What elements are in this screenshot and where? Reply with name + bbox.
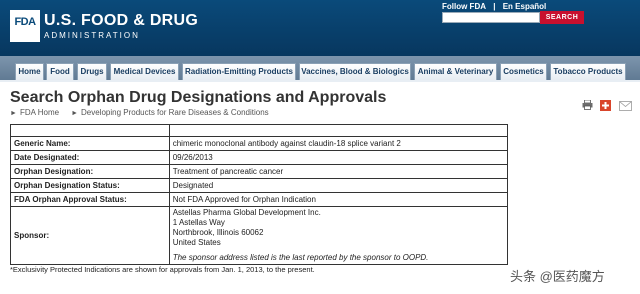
date-designated-label: Date Designated: (10, 150, 170, 165)
print-icon[interactable] (582, 100, 593, 110)
sponsor-line: United States (172, 238, 221, 247)
nav-tab-home[interactable]: Home (15, 63, 44, 80)
fda-logo-mark[interactable]: FDA (10, 10, 40, 42)
agency-subtitle: ADMINISTRATION (44, 31, 140, 40)
sponsor-value: Astellas Pharma Global Development Inc. … (168, 206, 509, 265)
nav-tab-food[interactable]: Food (46, 63, 74, 80)
breadcrumb: ► FDA Home ► Developing Products for Rare D… (10, 108, 269, 117)
orphan-status-value: Designated (168, 178, 509, 193)
sponsor-line: Astellas Pharma Global Development Inc. (172, 208, 321, 217)
source-watermark: 头条 @医药魔方 (510, 269, 605, 284)
nav-tab-cosmetics[interactable]: Cosmetics (500, 63, 547, 80)
exclusivity-footnote: *Exclusivity Protected Indications are s… (10, 265, 315, 274)
table-row: Orphan Designation: Treatment of pancrea… (10, 164, 509, 179)
site-header: FDA U.S. FOOD & DRUG ADMINISTRATION Foll… (0, 0, 640, 56)
table-row: Date Designated: 09/26/2013 (10, 150, 509, 165)
sponsor-label: Sponsor: (10, 206, 170, 265)
table-cell (10, 124, 170, 137)
nav-tab-vaccines-blood-biologics[interactable]: Vaccines, Blood & Biologics (299, 63, 411, 80)
nav-tab-drugs[interactable]: Drugs (77, 63, 107, 80)
breadcrumb-arrow-icon: ► (71, 110, 78, 117)
generic-name-value: chimeric monoclonal antibody against cla… (168, 136, 509, 151)
plus-icon[interactable] (600, 100, 611, 111)
nav-tab-animal-veterinary[interactable]: Animal & Veterinary (414, 63, 497, 80)
utility-divider: | (493, 2, 496, 11)
date-designated-value: 09/26/2013 (168, 150, 509, 165)
table-row (10, 124, 509, 137)
breadcrumb-arrow-icon: ► (10, 110, 17, 117)
utility-links: Follow FDA | En Español (442, 2, 546, 11)
approval-status-value: Not FDA Approved for Orphan Indication (168, 192, 509, 207)
orphan-designation-label: Orphan Designation: (10, 164, 170, 179)
spanish-link[interactable]: En Español (503, 2, 547, 11)
orphan-designation-value: Treatment of pancreatic cancer (168, 164, 509, 179)
nav-divider (0, 80, 640, 82)
table-cell (168, 124, 509, 137)
search-input[interactable] (442, 12, 540, 23)
logo-mark-text: FDA (14, 16, 36, 28)
table-row: Generic Name: chimeric monoclonal antibo… (10, 136, 509, 151)
orphan-status-label: Orphan Designation Status: (10, 178, 170, 193)
agency-title[interactable]: U.S. FOOD & DRUG (44, 12, 198, 30)
sponsor-line: 1 Astellas Way (172, 218, 225, 227)
designation-details-table: Generic Name: chimeric monoclonal antibo… (10, 124, 509, 265)
breadcrumb-rare-diseases-link[interactable]: Developing Products for Rare Diseases & … (81, 108, 269, 117)
sponsor-address-note: The sponsor address listed is the last r… (172, 253, 429, 262)
table-row: Orphan Designation Status: Designated (10, 178, 509, 193)
nav-tab-radiation-emitting-products[interactable]: Radiation-Emitting Products (182, 63, 296, 80)
table-row: FDA Orphan Approval Status: Not FDA Appr… (10, 192, 509, 207)
sponsor-line: Northbrook, Illinois 60062 (172, 228, 264, 237)
search-button[interactable]: SEARCH (540, 11, 584, 24)
generic-name-label: Generic Name: (10, 136, 170, 151)
nav-tab-tobacco-products[interactable]: Tobacco Products (550, 63, 626, 80)
breadcrumb-home-link[interactable]: FDA Home (20, 108, 59, 117)
mail-icon[interactable] (619, 101, 632, 111)
table-row: Sponsor: Astellas Pharma Global Developm… (10, 206, 509, 265)
page-title: Search Orphan Drug Designations and Appr… (10, 89, 387, 106)
approval-status-label: FDA Orphan Approval Status: (10, 192, 170, 207)
follow-fda-link[interactable]: Follow FDA (442, 2, 486, 11)
nav-tab-medical-devices[interactable]: Medical Devices (110, 63, 179, 80)
